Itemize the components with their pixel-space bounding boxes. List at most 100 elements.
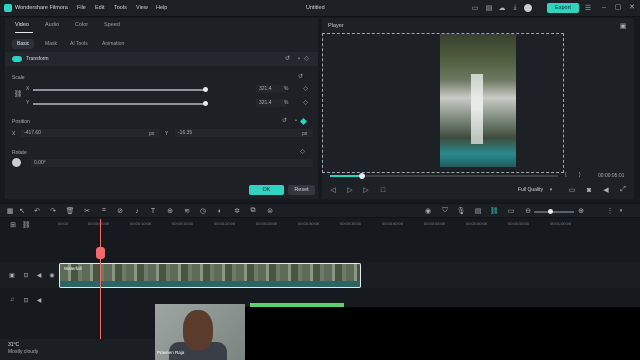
tab-speed[interactable]: Speed <box>104 22 120 28</box>
redo-icon[interactable]: ↷ <box>49 207 57 215</box>
adjust-icon[interactable]: ≋ <box>183 207 191 215</box>
chevron-down-icon[interactable]: ▾ <box>548 186 554 194</box>
text-icon[interactable]: T <box>149 207 157 215</box>
ai-icon[interactable]: ✲ <box>233 207 241 215</box>
film-icon[interactable]: ▭ <box>507 207 515 215</box>
grid-icon[interactable]: ▦ <box>6 207 14 215</box>
tab-video[interactable]: Video <box>15 22 29 28</box>
zoom-slider[interactable] <box>534 211 574 213</box>
fullscreen-icon[interactable]: ⤢ <box>619 186 627 194</box>
speed-icon[interactable]: ⊘ <box>116 207 124 215</box>
menu-icon[interactable]: ☰ <box>584 4 592 12</box>
mark-in-icon[interactable]: { <box>565 172 567 178</box>
keyframe-icon[interactable]: ◇ <box>303 55 310 62</box>
camera-icon[interactable]: ◙ <box>585 186 593 194</box>
shield-icon[interactable]: ⛉ <box>441 207 449 215</box>
reset-position-icon[interactable]: ↺ <box>281 117 288 124</box>
add-track-icon[interactable]: ⊞ <box>9 221 17 229</box>
color-icon[interactable]: ◐ <box>216 207 224 215</box>
scale-y-input[interactable]: 321.4 <box>256 99 286 107</box>
zoom-icon[interactable]: ⊕ <box>166 207 174 215</box>
minimize-icon[interactable]: – <box>600 3 608 11</box>
zoom-slider-knob[interactable] <box>548 209 553 214</box>
avatar[interactable] <box>524 4 532 12</box>
scale-y-slider-knob[interactable] <box>203 101 208 106</box>
timer-icon[interactable]: ◷ <box>199 207 207 215</box>
render-icon[interactable]: ◉ <box>424 207 432 215</box>
keyframe-nav-icon[interactable]: • <box>293 117 299 124</box>
tab-audio[interactable]: Audio <box>45 22 59 28</box>
keyframe-nav-icon[interactable]: • <box>296 55 302 62</box>
rotate-dial[interactable] <box>12 158 21 167</box>
reset-button[interactable]: Reset <box>288 185 315 195</box>
scale-x-input[interactable]: 321.4 <box>256 85 286 93</box>
transition-icon[interactable]: ⧉ <box>249 207 257 215</box>
layout-icon[interactable]: ▤ <box>485 4 493 12</box>
maximize-icon[interactable]: ▢ <box>614 3 622 11</box>
monitor-icon[interactable]: ▭ <box>471 4 479 12</box>
keyframe-icon[interactable]: ◇ <box>302 99 309 106</box>
subtab-animation[interactable]: Animation <box>97 39 129 49</box>
menu-view[interactable]: View <box>136 5 148 11</box>
reset-scale-icon[interactable]: ↺ <box>297 73 304 80</box>
voiceover-icon[interactable]: ▤ <box>474 207 482 215</box>
more-tools-icon[interactable]: ⊜ <box>266 207 274 215</box>
audio-icon[interactable]: ♪ <box>133 207 141 215</box>
keyframe-icon[interactable]: ◇ <box>299 148 306 155</box>
menu-tools[interactable]: Tools <box>114 5 127 11</box>
download-icon[interactable]: ⤓ <box>511 4 519 12</box>
crop-icon[interactable]: ⌗ <box>100 207 108 215</box>
delete-icon[interactable]: 🗑 <box>66 207 75 215</box>
position-x-input[interactable]: -417.60 <box>21 129 159 137</box>
menu-edit[interactable]: Edit <box>95 5 104 11</box>
export-button[interactable]: Export <box>547 3 579 13</box>
scale-x-slider-knob[interactable] <box>203 87 208 92</box>
play-icon[interactable]: ▷ <box>362 186 370 194</box>
playback-progress-knob[interactable] <box>358 173 365 179</box>
subtab-ai-tools[interactable]: AI Tools <box>65 39 93 49</box>
position-y-input[interactable]: -16.35 <box>175 129 313 137</box>
subtab-mask[interactable]: Mask <box>40 39 62 49</box>
zoom-out-icon[interactable]: ⊖ <box>524 207 532 215</box>
rotate-input[interactable]: 0.00° <box>31 159 313 167</box>
snapshot-icon[interactable]: ▣ <box>619 22 627 30</box>
previous-frame-icon[interactable]: ◁ <box>329 186 337 194</box>
link-icon[interactable]: ⛓ <box>22 221 31 229</box>
lock-icon[interactable]: ⊡ <box>22 296 30 304</box>
stop-icon[interactable]: □ <box>379 186 387 194</box>
volume-icon[interactable]: ◀ <box>602 186 610 194</box>
chevron-down-icon[interactable]: ▾ <box>618 207 624 215</box>
split-icon[interactable]: ✂ <box>83 207 91 215</box>
keyframe-active-icon[interactable] <box>299 117 308 126</box>
microphone-icon[interactable]: 🎙 <box>457 207 466 215</box>
ok-button[interactable]: OK <box>249 185 284 195</box>
keyframe-icon[interactable]: ◇ <box>302 85 309 92</box>
link-icon[interactable]: ⛓ <box>13 87 23 101</box>
timeline-ruler[interactable]: 00:00 00:00:05:00 00:00:10:00 00:00:15:0… <box>58 219 640 229</box>
menu-file[interactable]: File <box>77 5 86 11</box>
taskbar-weather[interactable]: 31°C Mostly cloudy <box>0 339 155 360</box>
zoom-in-icon[interactable]: ⊕ <box>577 207 585 215</box>
scale-x-slider[interactable] <box>33 89 205 91</box>
tab-color[interactable]: Color <box>75 22 88 28</box>
reset-transform-icon[interactable]: ↺ <box>284 55 291 62</box>
audio-track-mute-icon[interactable]: ◀ <box>35 271 43 279</box>
transform-toggle[interactable] <box>12 56 22 62</box>
undo-icon[interactable]: ↶ <box>33 207 41 215</box>
eye-icon[interactable]: ◉ <box>48 271 56 279</box>
display-icon[interactable]: ▭ <box>568 186 576 194</box>
snap-icon[interactable]: ⛓ <box>490 207 499 215</box>
scale-y-slider[interactable] <box>33 103 205 105</box>
subtab-basic[interactable]: Basic <box>12 39 35 49</box>
video-clip[interactable]: Waterfall <box>59 263 361 288</box>
close-icon[interactable]: ✕ <box>628 3 636 11</box>
playhead-handle[interactable] <box>96 247 105 259</box>
quality-select[interactable]: Full Quality <box>518 187 543 193</box>
cloud-icon[interactable]: ☁ <box>498 4 506 12</box>
lock-icon[interactable]: ⊡ <box>22 271 30 279</box>
columns-icon[interactable]: ⋮ <box>606 207 614 215</box>
mark-out-icon[interactable]: } <box>579 172 581 178</box>
menu-help[interactable]: Help <box>156 5 167 11</box>
audio-track-mute-icon[interactable]: ◀ <box>35 296 43 304</box>
play-backward-icon[interactable]: ▷ <box>346 186 354 194</box>
